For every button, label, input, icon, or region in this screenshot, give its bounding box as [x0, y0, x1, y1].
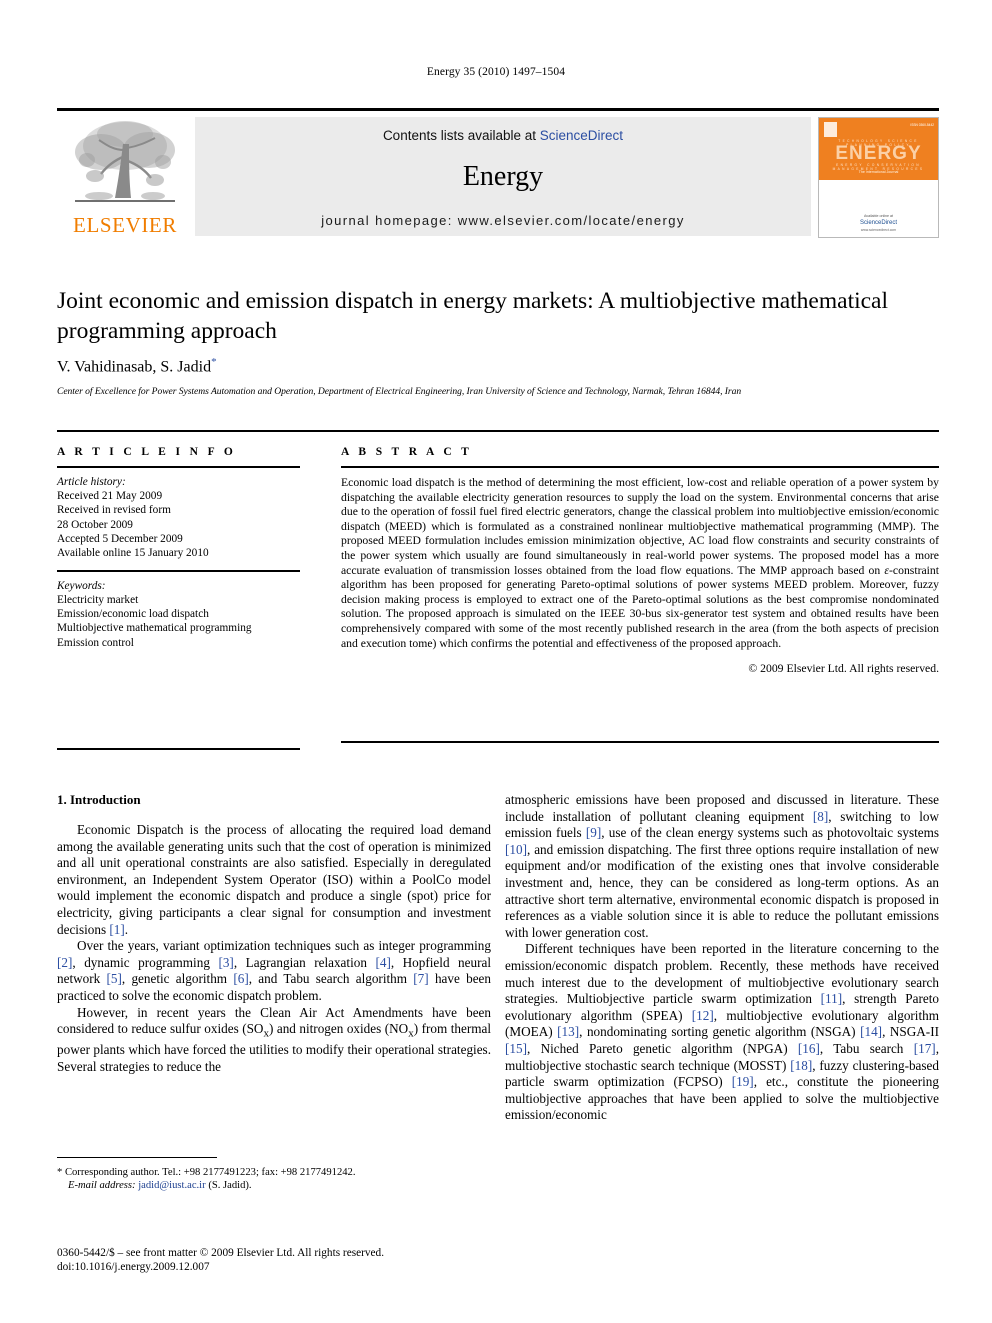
cover-sciencedirect-url: www.sciencedirect.com [860, 228, 897, 232]
keyword-item: Emission/economic load dispatch [57, 608, 209, 621]
journal-homepage-link[interactable]: journal homepage: www.elsevier.com/locat… [195, 213, 811, 228]
paragraph: Over the years, variant optimization tec… [57, 938, 491, 1003]
corresponding-author-note: * Corresponding author. Tel.: +98 217749… [57, 1167, 356, 1178]
paragraph: atmospheric emissions have been proposed… [505, 792, 940, 940]
running-head: Energy 35 (2010) 1497–1504 [426, 66, 566, 78]
keyword-item: Electricity market [57, 593, 139, 606]
paragraph: However, in recent years the Clean Air A… [57, 1004, 492, 1074]
info-bottom-rule [57, 748, 300, 750]
author-list: V. Vahidinasab, S. Jadid* [57, 356, 937, 376]
elsevier-wordmark: ELSEVIER [73, 213, 177, 237]
abstract-text: Economic load dispatch is the method of … [341, 476, 939, 650]
email-note: E-mail address: jadid@iust.ac.ir (S. Jad… [57, 1179, 491, 1192]
info-abstract-top-rule [57, 430, 939, 432]
journal-cover-thumbnail[interactable]: ISSN 0360-5442 TECHNOLOGY SCIENCE PLANNI… [818, 117, 939, 238]
article-history-block: Article history: Received 21 May 2009 Re… [57, 475, 300, 560]
keyword-item: Emission control [57, 636, 134, 649]
cover-issn: ISSN 0360-5442 [910, 123, 934, 127]
abstract-column: A B S T R A C T Economic load dispatch i… [341, 446, 939, 675]
paragraph: Economic Dispatch is the process of allo… [57, 822, 491, 937]
history-item: Received in revised form [57, 504, 171, 517]
email-suffix: (S. Jadid). [208, 1180, 252, 1192]
history-item: 28 October 2009 [57, 518, 133, 531]
cover-available-label: Available online at [863, 214, 894, 218]
cover-orange-block: ISSN 0360-5442 TECHNOLOGY SCIENCE PLANNI… [819, 118, 938, 180]
contents-prefix: Contents lists available at [382, 128, 540, 143]
journal-title: Energy [462, 161, 544, 192]
article-info-rule [57, 466, 300, 468]
paragraph: Different techniques have been reported … [505, 941, 939, 1123]
history-item: Received 21 May 2009 [57, 490, 163, 503]
corresponding-author-marker: * [211, 356, 217, 368]
cover-sciencedirect-label: ScienceDirect [859, 220, 897, 226]
footnote-rule [57, 1157, 217, 1158]
abstract-heading: A B S T R A C T [341, 446, 473, 458]
page-title: Joint economic and emission dispatch in … [57, 288, 889, 344]
authors-names: V. Vahidinasab, S. Jadid [57, 358, 212, 376]
cover-elsevier-mini-icon [824, 122, 837, 137]
section-heading-introduction: 1. Introduction [57, 792, 141, 807]
article-info-column: A R T I C L E I N F O Article history: R… [57, 446, 300, 650]
imprint-block: 0360-5442/$ – see front matter © 2009 El… [57, 1246, 491, 1274]
history-item: Available online 15 January 2010 [57, 547, 209, 560]
abstract-bottom-rule [341, 741, 939, 743]
issn-copyright-line: 0360-5442/$ – see front matter © 2009 El… [57, 1247, 385, 1259]
keywords-rule [57, 570, 300, 572]
contents-line: Contents lists available at ScienceDirec… [195, 128, 811, 143]
history-item: Accepted 5 December 2009 [57, 532, 183, 545]
doi-line: doi:10.1016/j.energy.2009.12.007 [57, 1261, 210, 1274]
keywords-block: Keywords: Electricity market Emission/ec… [57, 579, 300, 650]
affiliation: Center of Excellence for Power Systems A… [57, 386, 742, 397]
body-column-left: 1. Introduction Economic Dispatch is the… [57, 792, 491, 1076]
abstract-rule [341, 466, 939, 468]
elsevier-logo: ELSEVIER [61, 116, 189, 236]
journal-banner: Contents lists available at ScienceDirec… [195, 117, 811, 236]
body-column-right: atmospheric emissions have been proposed… [505, 792, 939, 1124]
keywords-label: Keywords: [57, 579, 106, 592]
email-link[interactable]: jadid@iust.ac.ir [138, 1180, 205, 1191]
journal-masthead: ELSEVIER Contents lists available at Sci… [57, 108, 939, 238]
email-label: E-mail address: [68, 1180, 136, 1192]
footnote-block: * Corresponding author. Tel.: +98 217749… [57, 1166, 491, 1193]
abstract-copyright: © 2009 Elsevier Ltd. All rights reserved… [748, 662, 939, 676]
cover-subtitle: The international Journal [858, 170, 899, 174]
sciencedirect-link[interactable]: ScienceDirect [540, 128, 623, 143]
cover-title: ENERGY [835, 143, 922, 164]
article-info-heading: A R T I C L E I N F O [57, 446, 237, 458]
paper-page: Energy 35 (2010) 1497–1504 ELSEVIER Cont… [0, 0, 992, 1323]
article-history-label: Article history: [57, 476, 126, 488]
elsevier-tree-icon [75, 121, 175, 202]
masthead-top-rule [57, 108, 939, 111]
keyword-item: Multiobjective mathematical programming [57, 622, 252, 635]
